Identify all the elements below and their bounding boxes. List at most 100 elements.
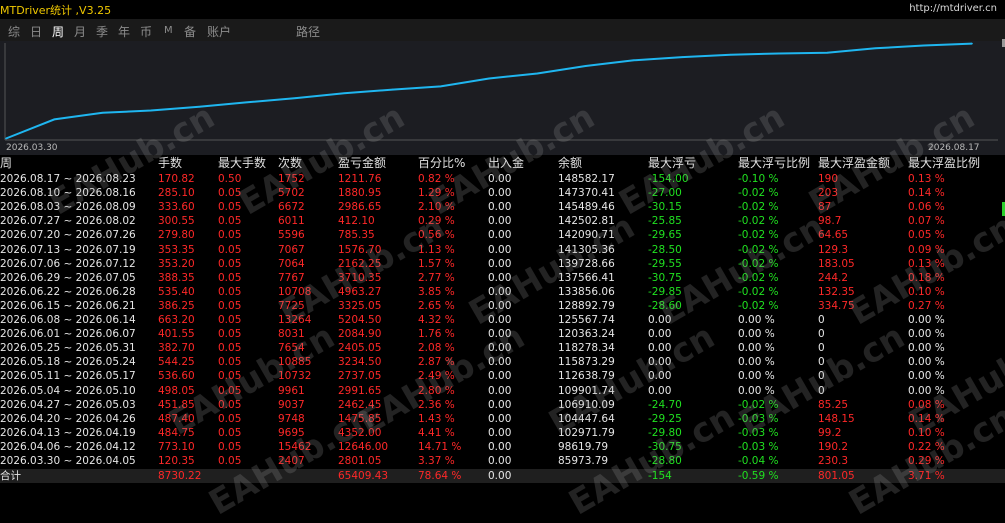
cell-max-float-profit: 129.3	[818, 243, 849, 256]
cell-max-float-loss-ratio: -0.02 %	[738, 201, 779, 214]
table-row[interactable]: 2026.04.27 ~ 2026.05.03 451.85 0.05 9037 246…	[0, 398, 1005, 412]
header-deposit[interactable]: 出入金	[488, 155, 524, 171]
table-row[interactable]: 2026.06.22 ~ 2026.06.28 535.40 0.05 10708 49…	[0, 285, 1005, 299]
cell-max-float-profit-ratio: 0.22 %	[908, 440, 945, 453]
cell-count: 6011	[278, 215, 305, 228]
cell-week: 2026.06.29 ~ 2026.07.05	[0, 271, 136, 284]
cell-deposit: 0.00	[488, 412, 512, 425]
header-max-lots[interactable]: 最大手数	[218, 155, 266, 171]
cell-max-float-profit: 99.2	[818, 426, 842, 439]
cell-count: 5596	[278, 229, 305, 242]
cell-count: 1752	[278, 173, 305, 185]
tab-magic[interactable]: M	[164, 25, 173, 36]
header-profit[interactable]: 盈亏金额	[338, 155, 386, 171]
header-lots[interactable]: 手数	[158, 155, 182, 171]
cell-balance: 142090.71	[558, 229, 615, 242]
cell-profit: 5204.50	[338, 314, 382, 326]
table-row[interactable]: 2026.07.13 ~ 2026.07.19 353.35 0.05 7067 157…	[0, 243, 1005, 257]
tab-week[interactable]: 周	[52, 23, 64, 40]
cell-count: 10885	[278, 356, 312, 369]
cell-deposit: 0.00	[488, 215, 512, 228]
table-row[interactable]: 2026.08.03 ~ 2026.08.09 333.60 0.05 6672 298…	[0, 200, 1005, 214]
table-row[interactable]: 2026.04.20 ~ 2026.04.26 487.40 0.05 9748 147…	[0, 412, 1005, 426]
cell-profit: 2991.65	[338, 384, 382, 397]
cell-max-float-profit-ratio: 0.00 %	[908, 342, 945, 355]
table-row[interactable]: 2026.05.18 ~ 2026.05.24 544.25 0.05 10885 32…	[0, 355, 1005, 369]
header-week[interactable]: 周	[0, 155, 12, 171]
balance-point	[5, 137, 7, 140]
cell-max-float-profit-ratio: 0.07 %	[908, 215, 945, 228]
table-row[interactable]: 2026.07.20 ~ 2026.07.26 279.80 0.05 5596 785…	[0, 228, 1005, 242]
header-max-float-profit[interactable]: 最大浮盈金额	[818, 155, 890, 171]
cell-max-float-profit-ratio: 0.08 %	[908, 398, 945, 411]
balance-point	[729, 53, 732, 56]
balance-point	[681, 56, 683, 58]
cell-max-float-loss: -29.80	[648, 426, 682, 439]
table-row[interactable]: 2026.04.13 ~ 2026.04.19 484.75 0.05 9695 435…	[0, 426, 1005, 440]
app-title: MTDriver统计 ,V3.25	[0, 4, 112, 17]
cell-max-float-profit: 85.25	[818, 398, 849, 411]
header-count[interactable]: 次数	[278, 155, 302, 171]
tab-summary[interactable]: 综	[8, 23, 20, 40]
cell-max-float-loss-ratio: -0.02 %	[738, 257, 779, 270]
cell-max-float-profit: 0	[818, 314, 825, 326]
table-row[interactable]: 2026.06.15 ~ 2026.06.21 386.25 0.05 7725 332…	[0, 299, 1005, 313]
cell-week: 2026.08.10 ~ 2026.08.16	[0, 187, 136, 200]
tab-day[interactable]: 日	[30, 23, 42, 40]
table-row[interactable]: 2026.08.17 ~ 2026.08.23 170.82 0.50 1752 121…	[0, 172, 1005, 186]
cell-deposit: 0.00	[488, 173, 512, 185]
cell-week: 2026.04.27 ~ 2026.05.03	[0, 398, 136, 411]
cell-percent: 2.08 %	[418, 342, 455, 355]
total-max-float-profit-ratio: 3.71 %	[908, 470, 945, 483]
header-max-float-loss[interactable]: 最大浮亏	[648, 155, 696, 171]
cell-max-lots: 0.05	[218, 342, 242, 355]
cell-lots: 382.70	[158, 342, 195, 355]
table-row[interactable]: 2026.05.25 ~ 2026.05.31 382.70 0.05 7654 240…	[0, 341, 1005, 355]
cell-max-float-profit: 230.3	[818, 455, 849, 467]
cell-max-float-profit: 98.7	[818, 215, 842, 228]
table-row[interactable]: 2026.03.30 ~ 2026.04.05 120.35 0.05 2407 280…	[0, 454, 1005, 468]
cell-lots: 663.20	[158, 314, 195, 326]
tab-note[interactable]: 备	[184, 23, 196, 40]
tab-quarter[interactable]: 季	[96, 23, 108, 40]
cell-max-float-loss: -25.85	[648, 215, 682, 228]
header-max-float-profit-ratio[interactable]: 最大浮盈比例	[908, 155, 980, 171]
cell-max-float-profit: 0	[818, 342, 825, 355]
chart-start-date-label: 2026.03.30	[6, 143, 58, 153]
cell-count: 9695	[278, 426, 305, 439]
tab-month[interactable]: 月	[74, 23, 86, 40]
table-row[interactable]: 2026.04.06 ~ 2026.04.12 773.10 0.05 15462 12…	[0, 440, 1005, 454]
cell-max-float-loss: -28.80	[648, 455, 682, 467]
header-max-float-loss-ratio[interactable]: 最大浮亏比例	[738, 155, 810, 171]
header-balance[interactable]: 余额	[558, 155, 582, 171]
cell-max-float-loss-ratio: 0.00 %	[738, 356, 775, 369]
website-link[interactable]: http://mtdriver.cn	[909, 3, 997, 14]
cell-max-lots: 0.05	[218, 243, 242, 256]
tab-account[interactable]: 账户	[207, 23, 231, 40]
table-row[interactable]: 2026.06.01 ~ 2026.06.07 401.55 0.05 8031 208…	[0, 327, 1005, 341]
tab-path[interactable]: 路径	[296, 23, 320, 40]
cell-max-float-loss: -28.60	[648, 299, 682, 312]
cell-max-float-loss: 0.00	[648, 356, 672, 369]
table-row[interactable]: 2026.07.27 ~ 2026.08.02 300.55 0.05 6011 412…	[0, 214, 1005, 228]
cell-balance: 102971.79	[558, 426, 615, 439]
table-row[interactable]: 2026.06.08 ~ 2026.06.14 663.20 0.05 13264 52…	[0, 313, 1005, 327]
header-percent[interactable]: 百分比%	[418, 155, 465, 171]
table-row[interactable]: 2026.07.06 ~ 2026.07.12 353.20 0.05 7064 216…	[0, 257, 1005, 271]
cell-profit: 3710.35	[338, 271, 382, 284]
cell-max-lots: 0.05	[218, 285, 242, 298]
tab-symbol[interactable]: 币	[140, 23, 152, 40]
tab-year[interactable]: 年	[118, 23, 130, 40]
cell-lots: 333.60	[158, 201, 195, 214]
table-row[interactable]: 2026.05.04 ~ 2026.05.10 498.05 0.05 9961 299…	[0, 384, 1005, 398]
cell-deposit: 0.00	[488, 455, 512, 467]
cell-lots: 353.20	[158, 257, 195, 270]
total-max-float-loss: -154	[648, 470, 672, 483]
table-row[interactable]: 2026.08.10 ~ 2026.08.16 285.10 0.05 5702 188…	[0, 186, 1005, 200]
table-row[interactable]: 2026.05.11 ~ 2026.05.17 536.60 0.05 10732 27…	[0, 369, 1005, 383]
table-row[interactable]: 2026.06.29 ~ 2026.07.05 388.35 0.05 7767 371…	[0, 271, 1005, 285]
cell-percent: 2.87 %	[418, 356, 455, 369]
cell-lots: 353.35	[158, 243, 195, 256]
cell-count: 10708	[278, 285, 312, 298]
cell-count: 15462	[278, 440, 312, 453]
